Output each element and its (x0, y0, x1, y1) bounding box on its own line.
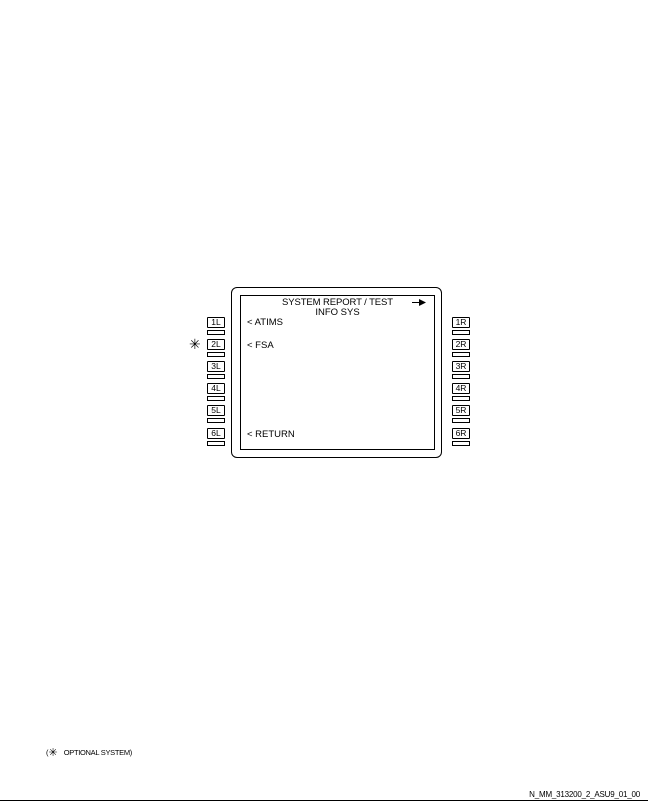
lsk-2r[interactable]: 2R (452, 339, 470, 350)
lsk-1r-bar (452, 330, 470, 335)
lsk-3r[interactable]: 3R (452, 361, 470, 372)
lsk-4r-bar (452, 396, 470, 401)
lsk-6l-bar (207, 441, 225, 446)
legend-text: OPTIONAL SYSTEM) (63, 748, 133, 757)
lsk-5l[interactable]: 5L (207, 405, 225, 416)
lsk-2l-bar (207, 352, 225, 357)
lsk-4r[interactable]: 4R (452, 383, 470, 394)
lsk-2l[interactable]: 2L (207, 339, 225, 350)
lsk-5l-bar (207, 418, 225, 423)
lsk-3l-bar (207, 374, 225, 379)
lsk-5r[interactable]: 5R (452, 405, 470, 416)
lsk-3r-bar (452, 374, 470, 379)
optional-system-star-icon: ✳ (189, 337, 201, 353)
lsk-6r[interactable]: 6R (452, 428, 470, 439)
bottom-rule (0, 800, 648, 801)
lsk-1l[interactable]: 1L (207, 317, 225, 328)
menu-item-atims[interactable]: < ATIMS (247, 318, 283, 328)
legend: (✳ OPTIONAL SYSTEM) (46, 746, 133, 759)
lsk-3l[interactable]: 3L (207, 361, 225, 372)
mcdu-display: SYSTEM REPORT / TEST INFO SYS < ATIMS < … (240, 295, 435, 450)
lsk-1r[interactable]: 1R (452, 317, 470, 328)
menu-item-fsa[interactable]: < FSA (247, 341, 274, 351)
lsk-1l-bar (207, 330, 225, 335)
lsk-4l-bar (207, 396, 225, 401)
legend-star-icon: ✳ (48, 746, 58, 759)
lsk-4l[interactable]: 4L (207, 383, 225, 394)
menu-item-return[interactable]: < RETURN (247, 430, 295, 440)
figure-reference: N_MM_313200_2_ASU9_01_00 (529, 790, 640, 799)
lsk-5r-bar (452, 418, 470, 423)
lsk-2r-bar (452, 352, 470, 357)
lsk-6l[interactable]: 6L (207, 428, 225, 439)
lsk-6r-bar (452, 441, 470, 446)
right-arrow-icon (412, 299, 426, 306)
